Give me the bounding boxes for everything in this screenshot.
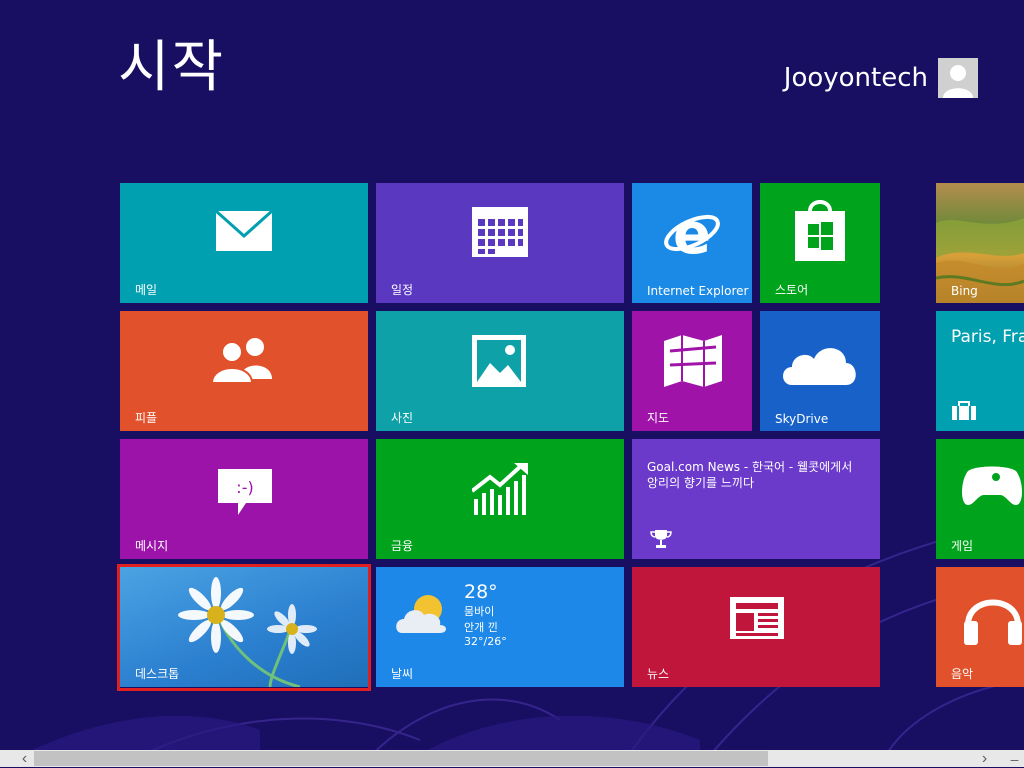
weather-condition: 안개 낀	[464, 621, 498, 634]
tile-label: Internet Explorer	[647, 284, 749, 298]
partly-cloudy-icon	[394, 589, 454, 639]
photos-icon	[472, 335, 526, 387]
people-icon	[210, 335, 276, 383]
travel-city: Paris, Fra	[951, 327, 1024, 347]
tile-label: 사진	[391, 411, 414, 425]
tile-weather[interactable]: 28° 뭄바이 안개 낀 32°/26° 날씨	[376, 567, 624, 687]
tile-label: SkyDrive	[775, 412, 829, 426]
tile-news[interactable]: 뉴스	[632, 567, 880, 687]
tile-sports[interactable]: Goal.com News - 한국어 - 웰콧에게서 앙리의 향기를 느끼다	[632, 439, 880, 559]
user-name: Jooyontech	[783, 63, 928, 93]
tile-desktop[interactable]: 데스크톱	[120, 567, 368, 687]
tile-bing[interactable]: Bing	[936, 183, 1024, 303]
tile-travel[interactable]: Paris, Fra	[936, 311, 1024, 431]
tile-label: 스토어	[775, 283, 809, 297]
chevron-left-icon: ‹	[21, 749, 28, 767]
cloud-icon	[780, 339, 860, 387]
headphones-icon	[962, 585, 1024, 649]
user-account[interactable]: Jooyontech	[784, 58, 978, 98]
controller-icon	[960, 461, 1024, 509]
tile-label: 데스크톱	[135, 667, 180, 681]
horizontal-scrollbar[interactable]: ‹ › –	[0, 750, 1024, 767]
tile-label: 날씨	[391, 667, 414, 681]
message-icon: :-)	[216, 467, 274, 517]
tile-store[interactable]: 스토어	[760, 183, 880, 303]
chevron-right-icon: ›	[981, 749, 988, 767]
internet-explorer-icon: e	[662, 203, 722, 263]
tile-photos[interactable]: 사진	[376, 311, 624, 431]
tile-mail[interactable]: 메일	[120, 183, 368, 303]
tile-calendar[interactable]: 일정	[376, 183, 624, 303]
tile-games[interactable]: 게임	[936, 439, 1024, 559]
tile-label: 일정	[391, 283, 414, 297]
tile-maps[interactable]: 지도	[632, 311, 752, 431]
tile-label: 지도	[647, 411, 670, 425]
bing-photo	[936, 183, 1024, 303]
mail-icon	[215, 210, 273, 252]
newspaper-icon	[728, 595, 786, 641]
tile-label: 메시지	[135, 539, 169, 553]
weather-range: 32°/26°	[464, 635, 507, 648]
scroll-right-button[interactable]: ›	[976, 750, 993, 767]
tile-people[interactable]: 피플	[120, 311, 368, 431]
tile-music[interactable]: 음악	[936, 567, 1024, 687]
trophy-icon	[650, 528, 672, 550]
scroll-left-button[interactable]: ‹	[16, 750, 33, 767]
sports-headline: Goal.com News - 한국어 - 웰콧에게서 앙리의 향기를 느끼다	[647, 460, 853, 490]
weather-temp: 28°	[464, 581, 498, 603]
tile-internet-explorer[interactable]: e Internet Explorer	[632, 183, 752, 303]
tile-skydrive[interactable]: SkyDrive	[760, 311, 880, 431]
tile-label: 피플	[135, 411, 158, 425]
tile-label: 음악	[951, 667, 974, 681]
semantic-zoom-button[interactable]: –	[1006, 750, 1023, 767]
tile-messaging[interactable]: :-) 메시지	[120, 439, 368, 559]
svg-text::-): :-)	[236, 478, 253, 497]
scroll-thumb[interactable]	[34, 751, 768, 766]
maps-icon	[662, 333, 724, 389]
suitcase-icon	[951, 401, 977, 421]
chart-icon	[472, 461, 530, 517]
store-icon	[793, 197, 847, 263]
page-title: 시작	[118, 35, 226, 100]
calendar-icon	[472, 207, 528, 257]
svg-text:e: e	[673, 203, 711, 263]
weather-city: 뭄바이	[464, 605, 495, 618]
tile-label: 뉴스	[647, 667, 670, 681]
tile-label: 금융	[391, 539, 414, 553]
tile-label: 메일	[135, 283, 158, 297]
tile-finance[interactable]: 금융	[376, 439, 624, 559]
minus-icon: –	[1010, 750, 1019, 767]
tile-label: 게임	[951, 539, 974, 553]
tile-label: Bing	[951, 284, 978, 298]
user-avatar-icon	[938, 58, 978, 98]
